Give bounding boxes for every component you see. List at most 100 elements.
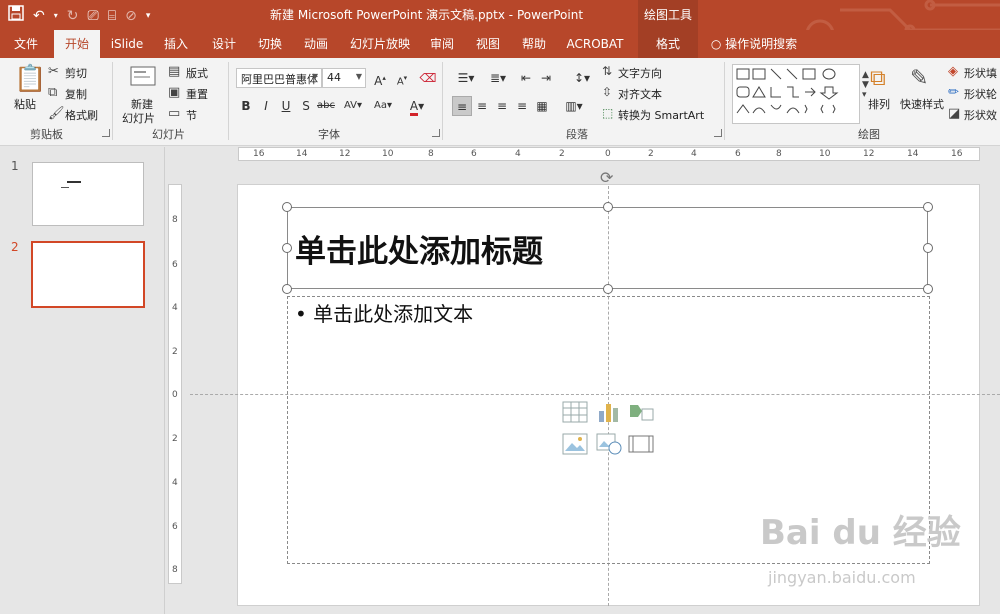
paste-button[interactable]: 粘贴 [14,96,36,112]
tab-design[interactable]: 设计 [204,30,244,58]
save-icon[interactable] [8,5,24,26]
tab-acrobat[interactable]: ACROBAT [562,30,628,58]
resize-handle[interactable] [603,202,613,212]
quick-styles-icon[interactable]: ✎ [910,66,928,91]
copy-button[interactable]: 复制 [65,86,87,102]
tab-insert[interactable]: 插入 [156,30,196,58]
shape-effects-button[interactable]: 形状效 [964,107,997,123]
tell-me-search[interactable]: ○ 操作说明搜索 [704,30,804,58]
new-slide-icon[interactable] [130,64,156,92]
resize-handle[interactable] [282,284,292,294]
tab-file[interactable]: 文件 [6,30,46,58]
line-spacing-icon[interactable]: ↕▾ [568,68,596,88]
copy-icon[interactable]: ⧉ [48,85,57,100]
font-size-combo[interactable]: 44 ▼ [322,68,366,88]
numbering-icon[interactable]: ≣▾ [484,68,512,88]
text-direction-button[interactable]: 文字方向 [618,65,662,81]
shape-outline-button[interactable]: 形状轮 [964,86,997,102]
section-button[interactable]: 节 [186,107,197,123]
present-from-start-icon[interactable]: ⎚ [87,7,98,25]
tab-view[interactable]: 视图 [468,30,508,58]
rotate-handle-icon[interactable]: ⟳ [600,168,613,187]
font-launcher-icon[interactable] [432,129,440,137]
shape-outline-icon[interactable]: ✏ [948,85,959,100]
character-spacing-icon[interactable]: AV▾ [340,96,366,116]
tab-help[interactable]: 帮助 [514,30,554,58]
clear-formatting-icon[interactable]: ⌫ [418,68,438,88]
quick-styles-button[interactable]: 快速样式 [900,96,944,112]
slide-thumbnail-2[interactable] [31,241,145,308]
tab-islide[interactable]: iSlide [106,30,148,58]
paragraph-launcher-icon[interactable] [714,129,722,137]
cut-button[interactable]: 剪切 [65,65,87,81]
shrink-font-icon[interactable]: A▾ [392,68,412,88]
redo-icon[interactable]: ↻ [67,7,79,25]
insert-online-picture-icon[interactable] [596,433,622,455]
format-painter-button[interactable]: 格式刷 [65,107,98,123]
font-name-combo[interactable]: 阿里巴巴普惠体 ▼ [236,68,322,88]
distributed-icon[interactable]: ▦ [532,96,552,116]
decrease-indent-icon[interactable]: ⇤ [516,68,536,88]
slide-thumbnail-1[interactable] [32,162,144,226]
resize-handle[interactable] [282,243,292,253]
reset-button[interactable]: 重置 [186,86,208,102]
justify-icon[interactable]: ≡ [512,96,532,116]
shape-fill-button[interactable]: 形状填 [964,65,997,81]
arrange-button[interactable]: 排列 [868,96,890,112]
tab-format[interactable]: 格式 [638,30,698,58]
resize-handle[interactable] [603,284,613,294]
align-right-icon[interactable]: ≡ [492,96,512,116]
underline-icon[interactable]: U [276,96,296,116]
tab-animations[interactable]: 动画 [296,30,336,58]
align-text-icon[interactable]: ⇳ [602,85,612,99]
tab-transitions[interactable]: 切换 [250,30,290,58]
text-shadow-icon[interactable]: S [296,96,316,116]
shape-effects-icon[interactable]: ◪ [948,106,960,121]
vertical-ruler[interactable]: 8 6 4 2 0 2 4 6 8 [168,184,182,584]
text-direction-icon[interactable]: ⇅ [602,64,612,78]
bold-icon[interactable]: B [236,96,256,116]
insert-smartart-icon[interactable] [628,401,654,423]
format-painter-icon[interactable]: 🖌 [48,106,65,121]
layout-button[interactable]: 版式 [186,65,208,81]
italic-icon[interactable]: I [256,96,276,116]
horizontal-ruler[interactable]: 16 14 12 10 8 6 4 2 0 2 4 6 8 10 12 14 1… [238,147,980,161]
clipboard-launcher-icon[interactable] [102,129,110,137]
shapes-gallery[interactable] [732,64,860,124]
columns-icon[interactable]: ▥▾ [560,96,588,116]
reset-icon[interactable]: ▣ [168,85,180,100]
scissors-icon[interactable]: ✂ [48,64,59,79]
align-center-icon[interactable]: ≡ [472,96,492,116]
strikethrough-icon[interactable]: abc [316,96,336,116]
customize-qat-icon[interactable]: ▾ [146,7,151,25]
arrange-icon[interactable]: ⧉ [870,66,886,91]
insert-video-icon[interactable] [628,433,654,455]
tab-slideshow[interactable]: 幻灯片放映 [344,30,416,58]
insert-chart-icon[interactable] [596,401,622,423]
grow-font-icon[interactable]: A▴ [370,68,390,88]
undo-dropdown-icon[interactable]: ▾ [54,7,58,25]
smartart-icon[interactable]: ⬚ [602,106,613,120]
section-icon[interactable]: ▭ [168,106,180,121]
resize-handle[interactable] [923,284,933,294]
insert-table-icon[interactable] [562,401,588,423]
title-placeholder-text[interactable]: 单击此处添加标题 [295,226,543,271]
paste-icon[interactable]: 📋 [14,64,46,94]
bullets-icon[interactable]: ☰▾ [452,68,480,88]
insert-picture-icon[interactable] [562,433,588,455]
shape-dropdown-icon[interactable]: ⊘ [125,7,137,25]
resize-handle[interactable] [923,202,933,212]
font-color-icon[interactable]: A▾ [404,96,430,116]
increase-indent-icon[interactable]: ⇥ [536,68,556,88]
align-left-icon[interactable]: ≡ [452,96,472,116]
layout-icon[interactable]: ▤ [168,64,180,79]
resize-handle[interactable] [282,202,292,212]
format-painter-qat-icon[interactable]: ⌸ [108,7,116,25]
tab-home[interactable]: 开始 [54,30,100,58]
body-placeholder-text[interactable]: • 单击此处添加文本 [295,298,473,327]
align-text-button[interactable]: 对齐文本 [618,86,662,102]
resize-handle[interactable] [923,243,933,253]
shape-fill-icon[interactable]: ◈ [948,64,958,79]
convert-smartart-button[interactable]: 转换为 SmartArt [618,107,704,123]
undo-icon[interactable]: ↶ [33,7,45,25]
